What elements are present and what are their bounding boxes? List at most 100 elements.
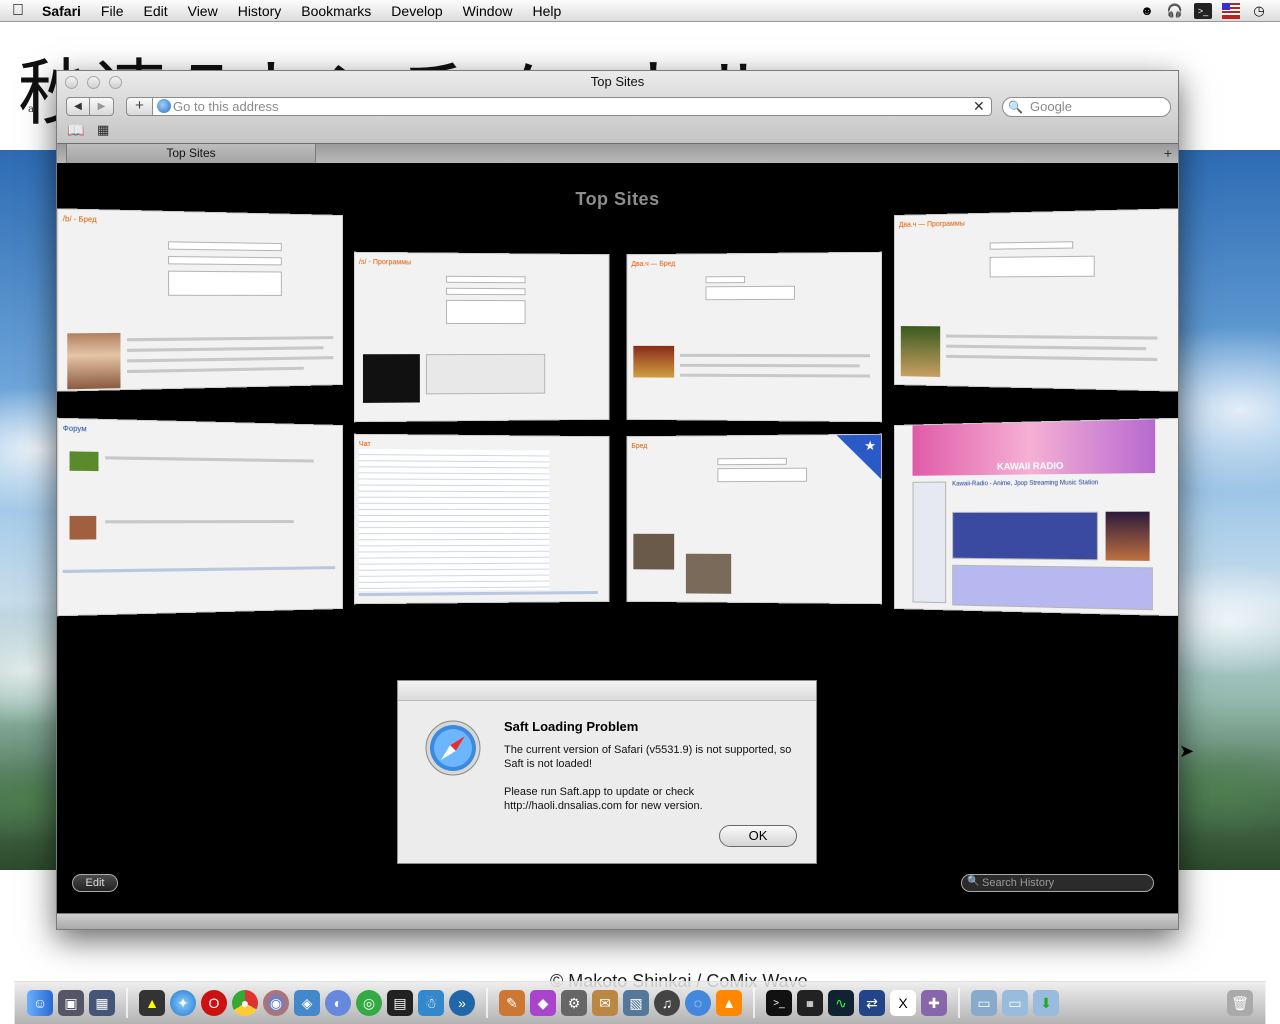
thumbnail-image	[67, 333, 120, 389]
clapboard-icon[interactable]: ▤	[387, 990, 413, 1016]
chrome-icon[interactable]: ●	[232, 990, 258, 1016]
x11-icon[interactable]: X	[890, 990, 916, 1016]
edit-button[interactable]: Edit	[72, 874, 118, 892]
vlc-icon[interactable]: ▲	[716, 990, 742, 1016]
pencil-icon[interactable]: ✎	[499, 990, 525, 1016]
stamp-icon[interactable]: ✉	[592, 990, 618, 1016]
thumbnail-site-3[interactable]: Два.ч — Бред	[627, 252, 883, 423]
apple-menu-icon[interactable]: 	[0, 2, 36, 20]
text-line	[680, 364, 860, 368]
clock-icon[interactable]: ◷	[1250, 3, 1268, 19]
system-icon[interactable]: ⚙	[561, 990, 587, 1016]
dashboard-icon[interactable]: ▦	[89, 990, 115, 1016]
sketch-icon[interactable]: ◆	[530, 990, 556, 1016]
dock-separator	[753, 988, 755, 1018]
clear-address-icon[interactable]: ✕	[973, 98, 985, 115]
window-title: Top Sites	[57, 74, 1178, 89]
thumbnail-title: /s/ - Программы	[359, 259, 411, 267]
form-field	[446, 276, 526, 284]
menu-file[interactable]: File	[91, 3, 134, 19]
top-sites-grid-icon[interactable]: ▦	[97, 122, 109, 138]
thumbnail-site-4[interactable]: Два.ч — Программы	[894, 208, 1178, 391]
terminal-icon[interactable]: >_	[766, 990, 792, 1016]
menu-view[interactable]: View	[178, 3, 228, 19]
thumbnail-site-8[interactable]: KAWAII RADIO Kawaii-Radio - Anime, Jpop …	[894, 418, 1178, 617]
bookmarks-book-icon[interactable]: 📖	[67, 122, 84, 139]
xcode-icon[interactable]: ▲	[139, 990, 165, 1016]
chat-log	[359, 449, 549, 591]
thumbnail-title: Kawaii-Radio - Anime, Jpop Streaming Mus…	[952, 480, 1098, 488]
finder-icon[interactable]: ☺	[27, 990, 53, 1016]
network-icon[interactable]: ⇄	[859, 990, 885, 1016]
text-line	[680, 374, 870, 378]
thumbnail-site-6[interactable]: Чат	[354, 434, 610, 605]
itunes-icon[interactable]: ♫	[654, 990, 680, 1016]
documents-folder-icon[interactable]: ▭	[1002, 990, 1028, 1016]
menu-develop[interactable]: Develop	[381, 3, 452, 19]
safari-icon[interactable]: ✦	[170, 990, 196, 1016]
post-box	[426, 354, 545, 395]
adium-icon[interactable]: ☃	[418, 990, 444, 1016]
menu-window[interactable]: Window	[453, 3, 523, 19]
form-field	[168, 271, 282, 296]
thumbnail-site-2[interactable]: /s/ - Программы	[354, 252, 610, 423]
status-bar	[57, 913, 1178, 929]
pinned-star-icon: ★	[836, 435, 881, 480]
search-history-field[interactable]: Search History	[961, 874, 1154, 892]
kawaii-radio-banner: KAWAII RADIO	[913, 419, 1156, 475]
dock-separator	[126, 988, 128, 1018]
headphones-icon[interactable]: 🎧	[1166, 3, 1184, 19]
alert-message-detail: Please run Saft.app to update or check h…	[504, 785, 794, 813]
ok-button[interactable]: OK	[719, 825, 797, 847]
trash-icon[interactable]: 🗑	[1227, 990, 1253, 1016]
search-icon: 🔍	[1008, 100, 1023, 114]
terminal-icon[interactable]: >_	[1194, 3, 1212, 19]
address-field[interactable]: Go to this address	[152, 97, 992, 116]
robot-icon[interactable]: ☻	[1138, 3, 1156, 19]
firefox-icon[interactable]: ◉	[263, 990, 289, 1016]
thumbnail-image	[633, 346, 674, 378]
thumbnail-site-7[interactable]: Бред ★	[627, 434, 883, 605]
quicktime-icon[interactable]: »	[449, 990, 475, 1016]
search-field[interactable]: Google	[1002, 97, 1171, 117]
menu-history[interactable]: History	[228, 3, 292, 19]
form-field	[168, 241, 282, 251]
menu-bar:  Safari File Edit View History Bookmark…	[0, 0, 1280, 22]
back-button[interactable]: ◀	[66, 97, 90, 116]
opera-icon[interactable]: O	[201, 990, 227, 1016]
thumbnail-image	[70, 516, 97, 540]
thumbnail-site-5[interactable]: Форум	[57, 418, 343, 617]
downloads-folder-icon[interactable]: ⬇	[1033, 990, 1059, 1016]
search-icon: 🔍	[967, 876, 979, 887]
form-field	[706, 286, 795, 300]
utility-icon[interactable]: ✚	[921, 990, 947, 1016]
dock: ☺ ▣ ▦ ▲ ✦ O ● ◉ ◈ ◐ ◎ ▤ ☃ » ✎ ◆ ⚙ ✉ ▧ ♫ …	[14, 981, 1266, 1024]
text-line	[946, 355, 1157, 361]
menu-bookmarks[interactable]: Bookmarks	[291, 3, 381, 19]
photos-icon[interactable]: ▣	[58, 990, 84, 1016]
omniweb-icon[interactable]: ◐	[325, 990, 351, 1016]
console-icon[interactable]: ▦	[797, 990, 823, 1016]
forward-button[interactable]: ▶	[90, 97, 114, 116]
us-flag-icon[interactable]	[1222, 3, 1240, 19]
camino-icon[interactable]: ◈	[294, 990, 320, 1016]
applications-folder-icon[interactable]: ▭	[971, 990, 997, 1016]
menu-help[interactable]: Help	[522, 3, 571, 19]
text-line	[63, 566, 335, 573]
text-line	[946, 345, 1146, 351]
new-tab-button[interactable]: +	[1164, 145, 1172, 161]
alert-title: Saft Loading Problem	[504, 719, 638, 734]
form-field	[446, 300, 526, 324]
text-line	[105, 456, 314, 462]
menu-app[interactable]: Safari	[36, 3, 91, 19]
thumbnail-site-1[interactable]: /b/ - Бред	[57, 208, 343, 391]
text-line	[946, 334, 1157, 339]
menu-edit[interactable]: Edit	[133, 3, 177, 19]
dock-separator	[486, 988, 488, 1018]
tab-top-sites[interactable]: Top Sites	[66, 144, 316, 164]
add-bookmark-button[interactable]: +	[126, 97, 152, 116]
dashboard-2-icon[interactable]: ◌	[685, 990, 711, 1016]
preview-icon[interactable]: ▧	[623, 990, 649, 1016]
activity-monitor-icon[interactable]: ∿	[828, 990, 854, 1016]
chat-icon[interactable]: ◎	[356, 990, 382, 1016]
